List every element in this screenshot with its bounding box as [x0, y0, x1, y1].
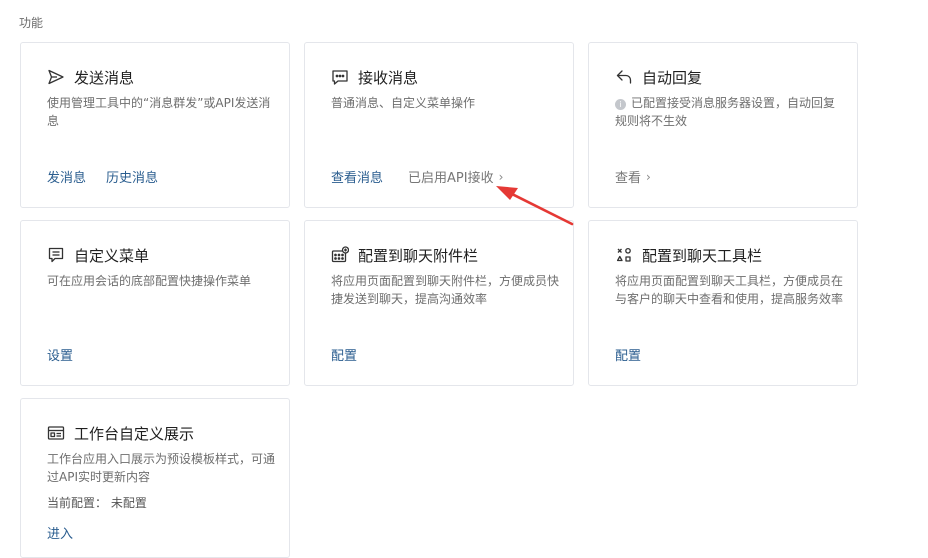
chevron-right-icon: › — [646, 169, 651, 184]
card-receive-message: 接收消息 普通消息、自定义菜单操作 查看消息 已启用API接收 › — [304, 42, 574, 208]
menu-list-icon — [48, 247, 64, 263]
card-workbench-display: 工作台自定义展示 工作台应用入口展示为预设模板样式，可通过API实时更新内容 当… — [20, 398, 290, 558]
chevron-right-icon: › — [498, 169, 504, 184]
card-title: 自定义菜单 — [74, 246, 150, 265]
chat-bubble-icon — [332, 70, 348, 85]
card-title: 工作台自定义展示 — [74, 424, 195, 443]
api-receive-status-label: 已启用API接收 — [408, 171, 494, 186]
card-title: 自动回复 — [642, 68, 703, 87]
view-auto-reply-link[interactable]: 查看 › — [615, 167, 651, 187]
card-title: 配置到聊天工具栏 — [642, 246, 763, 265]
card-description: 工作台应用入口展示为预设模板样式，可通过API实时更新内容 — [47, 452, 276, 484]
card-header: 发送消息 — [47, 65, 134, 89]
card-send-message: 发送消息 使用管理工具中的“消息群发”或API发送消息 发消息 历史消息 — [20, 42, 290, 208]
attachment-bar-icon — [331, 246, 349, 263]
card-description-text: 已配置接受消息服务器设置，自动回复规则将不生效 — [615, 96, 836, 128]
card-title: 接收消息 — [358, 68, 419, 87]
card-description: 使用管理工具中的“消息群发”或API发送消息 — [47, 96, 271, 128]
card-header: 配置到聊天工具栏 — [615, 243, 762, 267]
info-icon: i — [615, 99, 626, 110]
card-title: 配置到聊天附件栏 — [358, 246, 479, 265]
api-receive-status-link[interactable]: 已启用API接收 › — [408, 167, 504, 187]
card-auto-reply: 自动回复 i 已配置接受消息服务器设置，自动回复规则将不生效 查看 › — [588, 42, 858, 208]
view-auto-reply-label: 查看 — [615, 171, 642, 186]
card-description: 可在应用会话的底部配置快捷操作菜单 — [47, 274, 252, 288]
reply-arrow-icon — [616, 70, 632, 84]
workbench-card-icon — [47, 426, 65, 440]
card-description: 将应用页面配置到聊天附件栏，方便成员快捷发送到聊天，提高沟通效率 — [331, 274, 560, 306]
card-chat-attachment-bar: 配置到聊天附件栏 将应用页面配置到聊天附件栏，方便成员快捷发送到聊天，提高沟通效… — [304, 220, 574, 386]
configure-attachment-bar-link[interactable]: 配置 — [331, 345, 357, 364]
configure-menu-link[interactable]: 设置 — [47, 345, 73, 364]
paper-plane-icon — [48, 69, 64, 85]
current-config-text: 当前配置： 未配置 — [47, 496, 147, 510]
card-title: 发送消息 — [74, 68, 135, 87]
card-header: 自定义菜单 — [47, 243, 149, 267]
send-message-link[interactable]: 发消息 — [47, 167, 86, 186]
card-description: i 已配置接受消息服务器设置，自动回复规则将不生效 — [615, 94, 843, 130]
card-header: 接收消息 — [331, 65, 418, 89]
message-history-link[interactable]: 历史消息 — [106, 167, 158, 186]
card-custom-menu: 自定义菜单 可在应用会话的底部配置快捷操作菜单 设置 — [20, 220, 290, 386]
card-description: 普通消息、自定义菜单操作 — [331, 96, 476, 110]
view-messages-link[interactable]: 查看消息 — [331, 167, 383, 186]
configure-toolbar-link[interactable]: 配置 — [615, 345, 641, 364]
card-header: 配置到聊天附件栏 — [331, 243, 478, 267]
card-header: 工作台自定义展示 — [47, 421, 194, 445]
card-description: 将应用页面配置到聊天工具栏，方便成员在与客户的聊天中查看和使用，提高服务效率 — [615, 274, 844, 306]
card-header: 自动回复 — [615, 65, 702, 89]
card-chat-toolbar: 配置到聊天工具栏 将应用页面配置到聊天工具栏，方便成员在与客户的聊天中查看和使用… — [588, 220, 858, 386]
toolbar-icon — [616, 247, 631, 262]
section-title: 功能 — [19, 16, 44, 30]
enter-workbench-link[interactable]: 进入 — [47, 523, 73, 542]
